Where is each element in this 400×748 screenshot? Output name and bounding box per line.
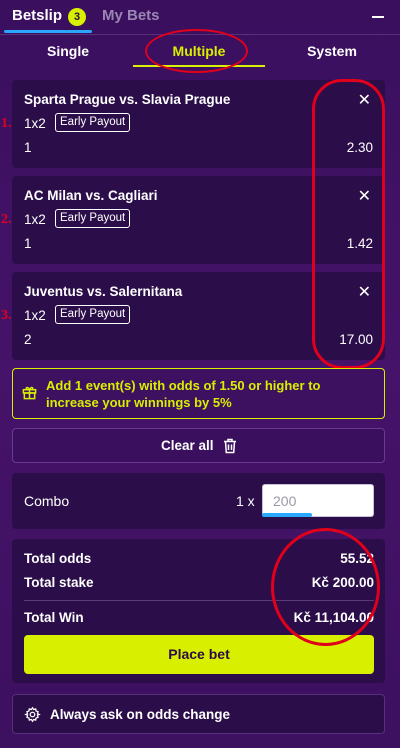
event-pick: 1 [24, 140, 32, 155]
betslip-count-badge: 3 [68, 8, 86, 26]
tab-system[interactable]: System [292, 43, 372, 59]
event-market: 1x2 [24, 308, 46, 323]
odds-change-setting[interactable]: Always ask on odds change [12, 694, 385, 734]
place-bet-label: Place bet [168, 646, 230, 662]
total-win-label: Total Win [24, 610, 84, 625]
event-title: AC Milan vs. Cagliari [24, 188, 158, 203]
combo-stake-row: Combo 1 x [12, 473, 385, 529]
annotation-number-2: 2. [1, 212, 12, 227]
event-market: 1x2 [24, 116, 46, 131]
tab-my-bets[interactable]: My Bets [102, 7, 160, 24]
gear-icon [24, 706, 41, 723]
promo-text: Add 1 event(s) with odds of 1.50 or high… [46, 378, 321, 410]
tab-betslip[interactable]: Betslip [12, 7, 62, 24]
event-title: Juventus vs. Salernitana [24, 284, 183, 299]
event-pick: 2 [24, 332, 32, 347]
early-payout-badge: Early Payout [55, 209, 131, 228]
annotation-number-1: 1. [1, 116, 12, 131]
promo-banner: Add 1 event(s) with odds of 1.50 or high… [12, 368, 385, 419]
gift-icon [22, 385, 37, 404]
clear-all-button[interactable]: Clear all [12, 428, 385, 463]
active-tab-indicator [4, 30, 92, 33]
odds-change-label: Always ask on odds change [50, 707, 231, 722]
annotation-circle-totals [271, 528, 380, 646]
trash-icon [223, 438, 237, 454]
minus-icon[interactable] [372, 16, 384, 18]
combo-multiplier: 1 x [236, 493, 255, 509]
event-market: 1x2 [24, 212, 46, 227]
tab-single[interactable]: Single [28, 43, 108, 59]
total-odds-label: Total odds [24, 551, 92, 566]
annotation-number-3: 3. [1, 308, 12, 323]
clear-all-label: Clear all [161, 438, 214, 453]
event-pick: 1 [24, 236, 32, 251]
event-title: Sparta Prague vs. Slavia Prague [24, 92, 231, 107]
total-stake-label: Total stake [24, 575, 94, 590]
early-payout-badge: Early Payout [55, 113, 131, 132]
annotation-circle-multiple [145, 29, 248, 73]
combo-label: Combo [24, 493, 70, 509]
annotation-outline-odds [312, 79, 385, 369]
early-payout-badge: Early Payout [55, 305, 131, 324]
stake-input-indicator [262, 513, 312, 517]
